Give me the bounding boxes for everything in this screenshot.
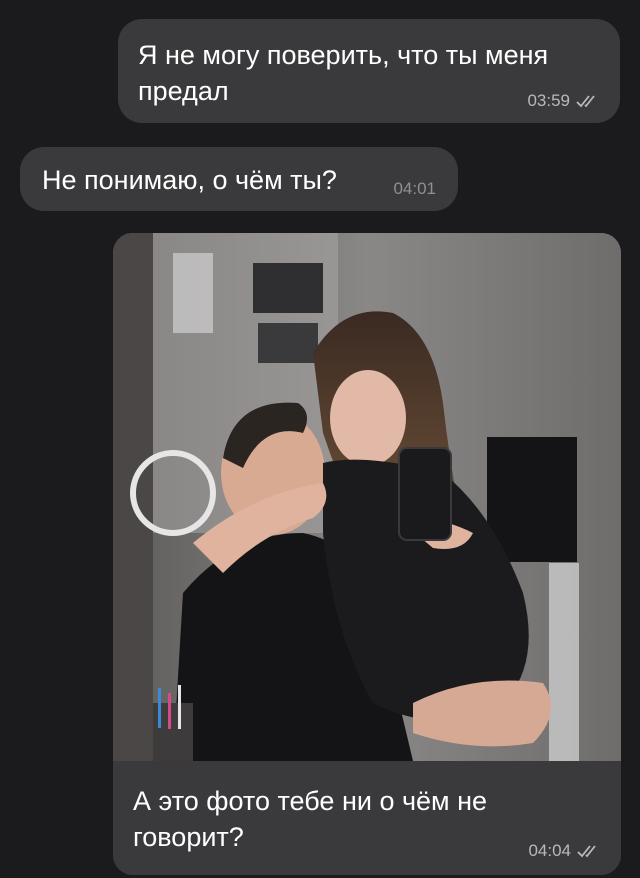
photo-image (113, 233, 621, 761)
message-text: Не понимаю, о чём ты? (42, 165, 337, 195)
chat-view[interactable]: Я не могу поверить, что ты меня предал 0… (0, 0, 640, 878)
outgoing-photo-message[interactable]: А это фото тебе ни о чём не говорит? 04:… (113, 233, 621, 875)
message-time: 04:01 (393, 179, 436, 198)
outgoing-message-bubble[interactable]: Я не могу поверить, что ты меня предал 0… (118, 19, 620, 123)
double-check-icon (577, 844, 601, 858)
message-time: 04:04 (528, 841, 571, 860)
message-text: А это фото тебе ни о чём не говорит? (133, 786, 488, 852)
message-meta: 04:01 (393, 179, 436, 199)
message-meta: 03:59 (527, 91, 600, 111)
photo-attachment[interactable] (113, 233, 621, 761)
photo-caption: А это фото тебе ни о чём не говорит? 04:… (113, 761, 621, 875)
message-time: 03:59 (527, 91, 570, 110)
double-check-icon (576, 94, 600, 108)
message-meta: 04:04 (528, 841, 601, 861)
incoming-message-bubble[interactable]: Не понимаю, о чём ты? 04:01 (20, 147, 458, 211)
